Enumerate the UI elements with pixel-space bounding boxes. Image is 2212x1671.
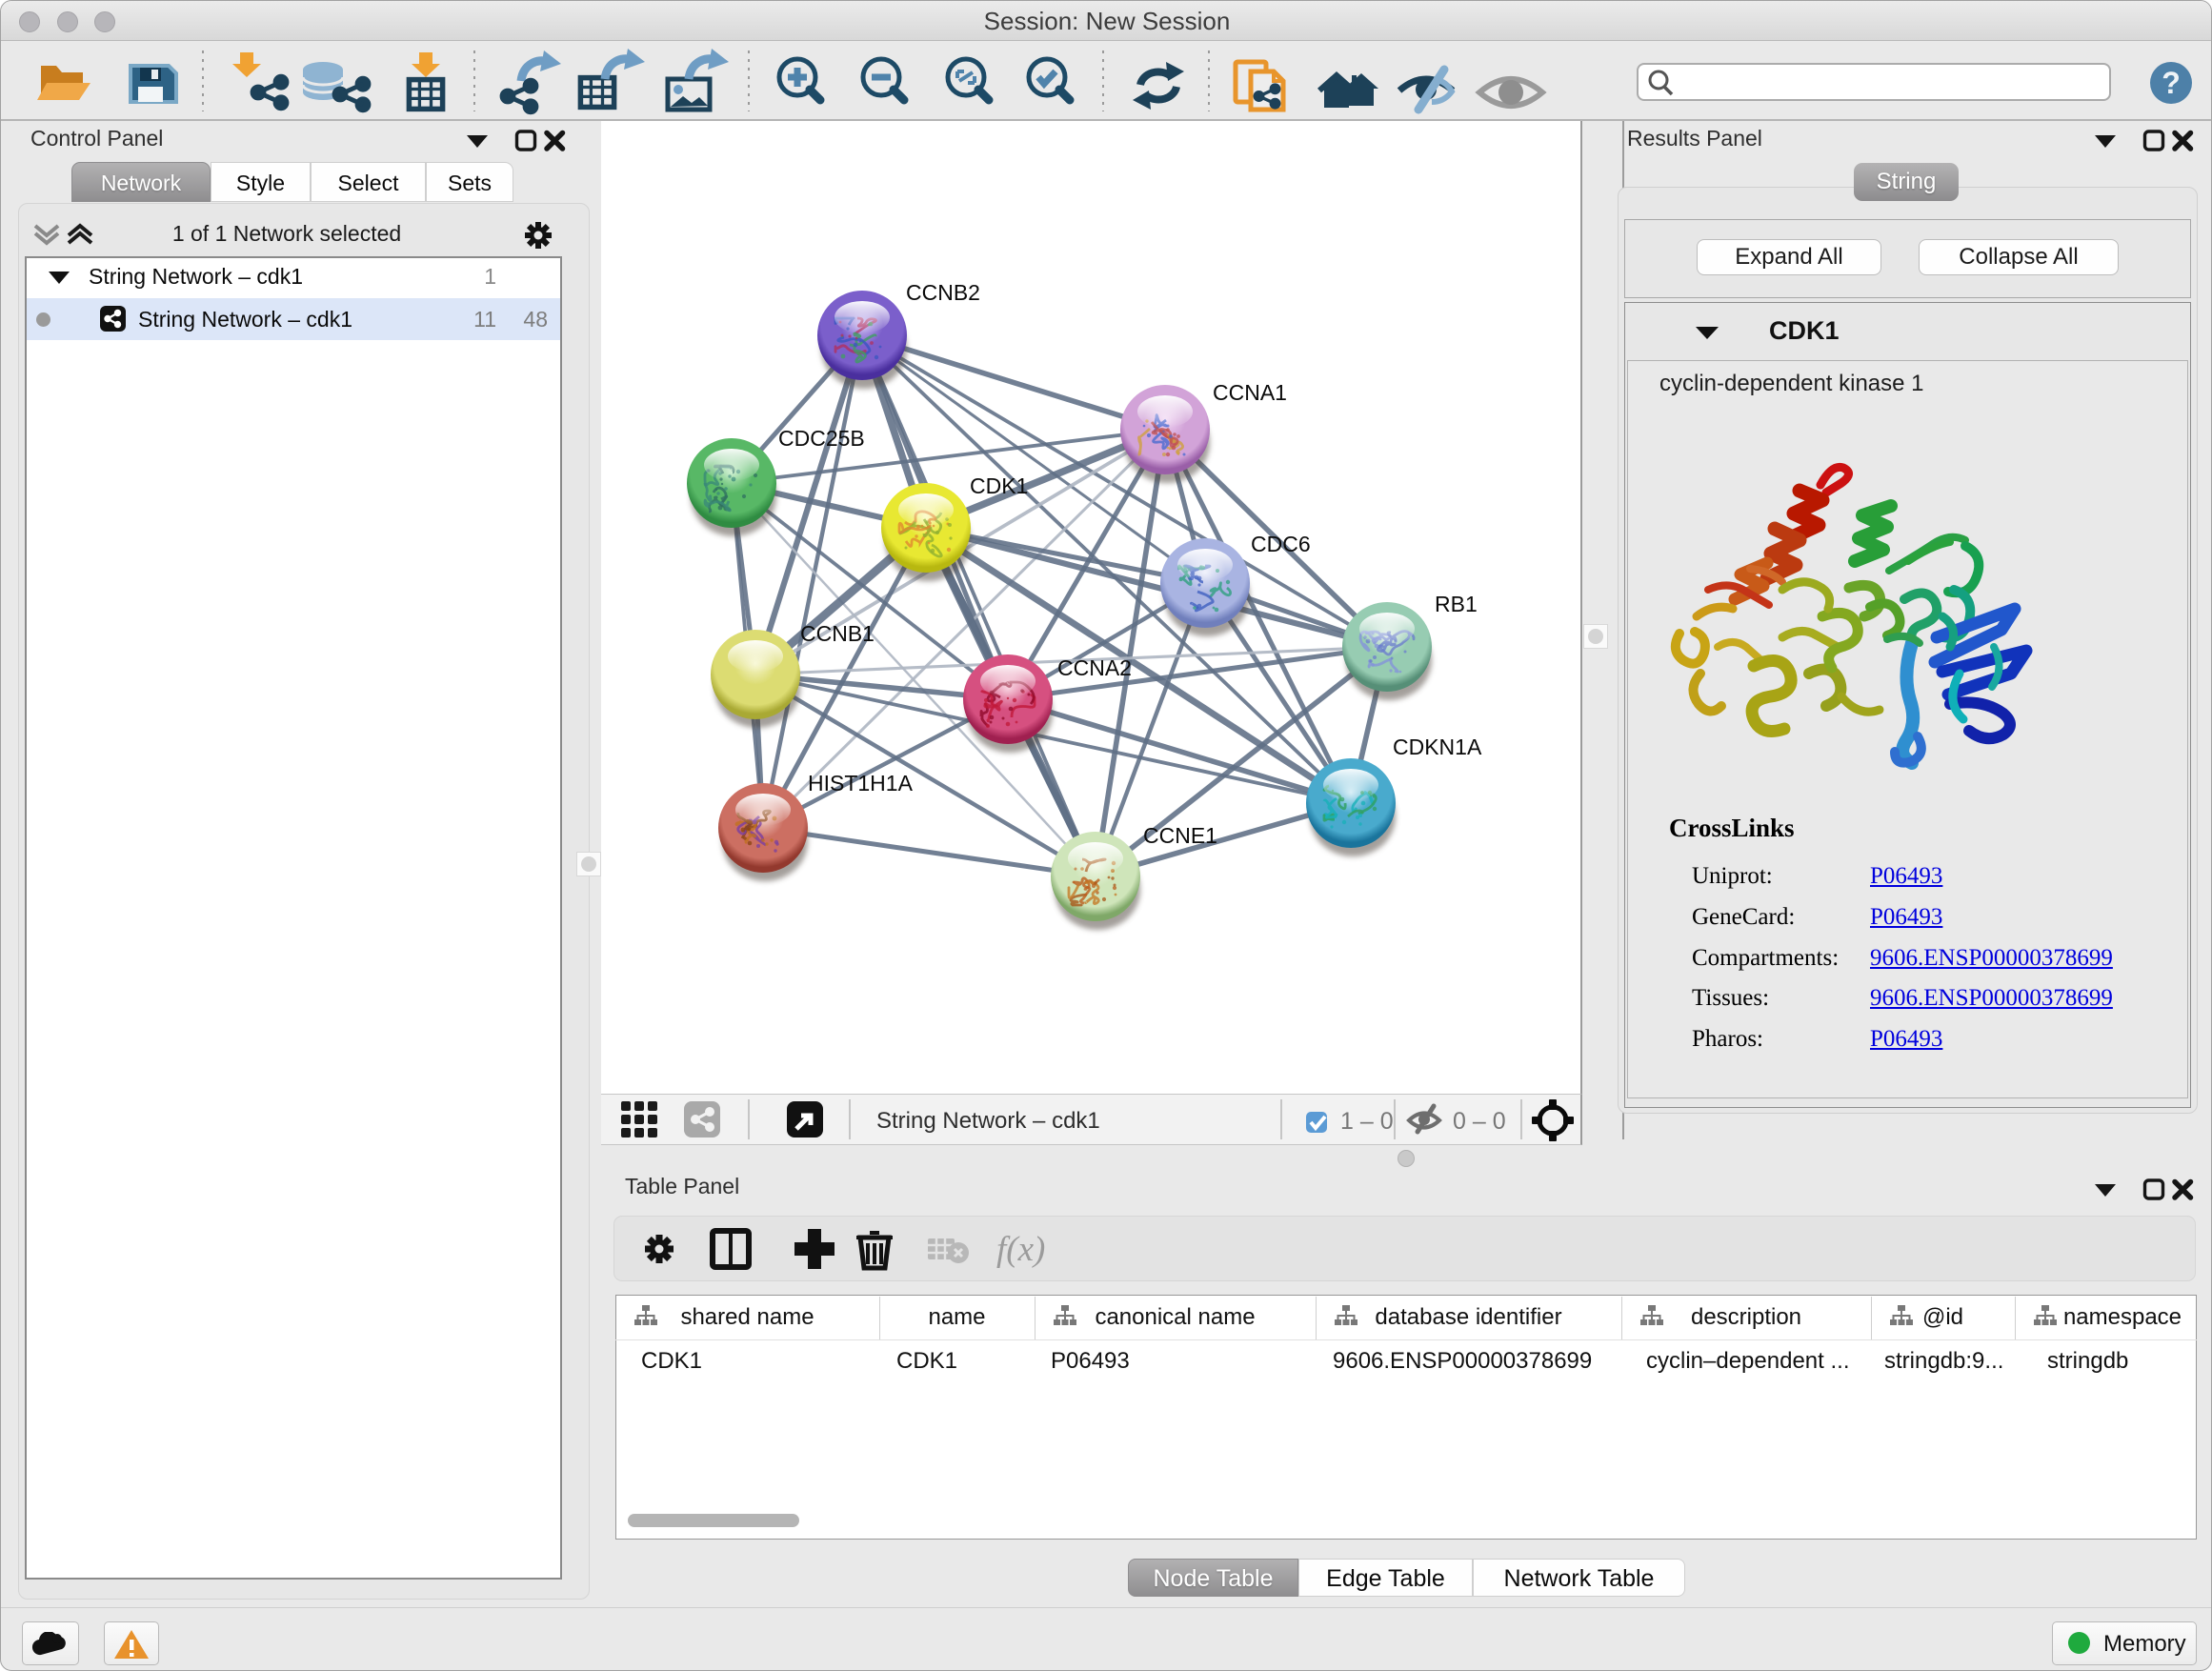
svg-text:CDK1: CDK1 <box>970 473 1028 498</box>
svg-text:0 – 0: 0 – 0 <box>1453 1108 1506 1135</box>
svg-text:CCNE1: CCNE1 <box>1143 823 1217 848</box>
svg-text:CCNA2: CCNA2 <box>1057 655 1132 680</box>
svg-text:1 – 0: 1 – 0 <box>1340 1108 1394 1135</box>
svg-text:CDC25B: CDC25B <box>778 426 865 451</box>
svg-text:CCNB1: CCNB1 <box>800 621 875 646</box>
svg-text:String Network – cdk1: String Network – cdk1 <box>876 1108 1100 1134</box>
svg-text:RB1: RB1 <box>1435 592 1478 616</box>
svg-text:HIST1H1A: HIST1H1A <box>808 771 914 795</box>
svg-text:CCNA1: CCNA1 <box>1213 380 1287 405</box>
svg-text:CDKN1A: CDKN1A <box>1393 735 1482 759</box>
svg-text:CDC6: CDC6 <box>1251 532 1311 556</box>
svg-text:CCNB2: CCNB2 <box>906 280 980 305</box>
svg-text:f(x): f(x) <box>996 1230 1045 1269</box>
